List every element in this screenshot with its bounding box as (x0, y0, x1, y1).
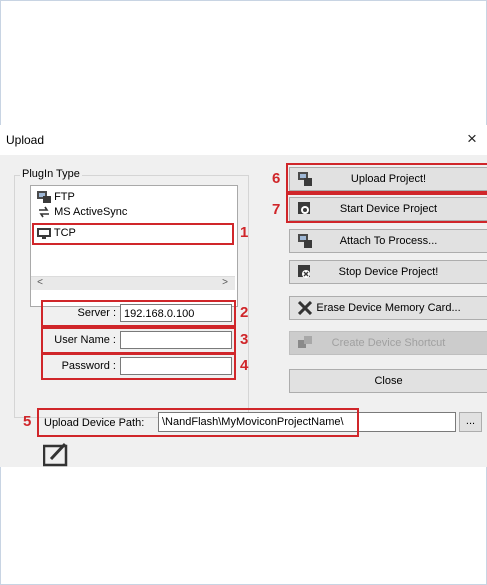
plugin-type-label: PlugIn Type (20, 168, 82, 180)
callout-number-1: 1 (240, 224, 249, 241)
shortcut-icon (298, 336, 312, 348)
close-button-label: Close (374, 375, 403, 387)
callout-box-password (41, 353, 236, 380)
list-item-label: FTP (54, 191, 75, 203)
browse-button[interactable]: ... (459, 412, 482, 432)
callout-box-tcp (32, 223, 234, 245)
callout-box-start-project (286, 193, 487, 223)
attach-to-process-button[interactable]: Attach To Process... (289, 229, 487, 253)
callout-number-2: 2 (240, 304, 249, 321)
list-item-activesync[interactable]: MS ActiveSync (37, 205, 127, 219)
erase-memory-card-label: Erase Device Memory Card... (316, 302, 461, 314)
list-item-ftp[interactable]: FTP (37, 190, 75, 204)
close-icon[interactable]: × (461, 129, 483, 149)
scroll-left-arrow[interactable]: < (33, 276, 47, 289)
activesync-icon (39, 206, 49, 218)
dialog-title: Upload (6, 133, 45, 147)
attach-icon (298, 234, 312, 248)
close-button[interactable]: Close (289, 369, 487, 393)
callout-number-5: 5 (23, 413, 32, 430)
callout-box-server (41, 300, 236, 327)
callout-number-4: 4 (240, 357, 249, 374)
title-bar: Upload × (0, 125, 487, 155)
callout-box-upload-path (37, 408, 359, 437)
callout-number-7: 7 (272, 201, 281, 218)
callout-box-upload-project (286, 163, 487, 193)
edit-icon (43, 442, 68, 467)
list-item-label: MS ActiveSync (54, 206, 128, 218)
callout-number-3: 3 (240, 331, 249, 348)
ftp-icon (37, 191, 51, 204)
create-device-shortcut-button[interactable]: Create Device Shortcut (289, 331, 487, 355)
create-device-shortcut-label: Create Device Shortcut (331, 337, 446, 349)
stop-icon (298, 265, 310, 278)
stop-device-project-label: Stop Device Project! (338, 266, 439, 278)
scroll-right-arrow[interactable]: > (218, 276, 232, 289)
erase-memory-card-button[interactable]: Erase Device Memory Card... (289, 296, 487, 320)
stop-device-project-button[interactable]: Stop Device Project! (289, 260, 487, 284)
callout-box-username (41, 327, 236, 354)
attach-to-process-label: Attach To Process... (339, 235, 438, 247)
callout-number-6: 6 (272, 170, 281, 187)
horizontal-scrollbar[interactable] (31, 276, 235, 290)
erase-x-icon (298, 301, 312, 315)
